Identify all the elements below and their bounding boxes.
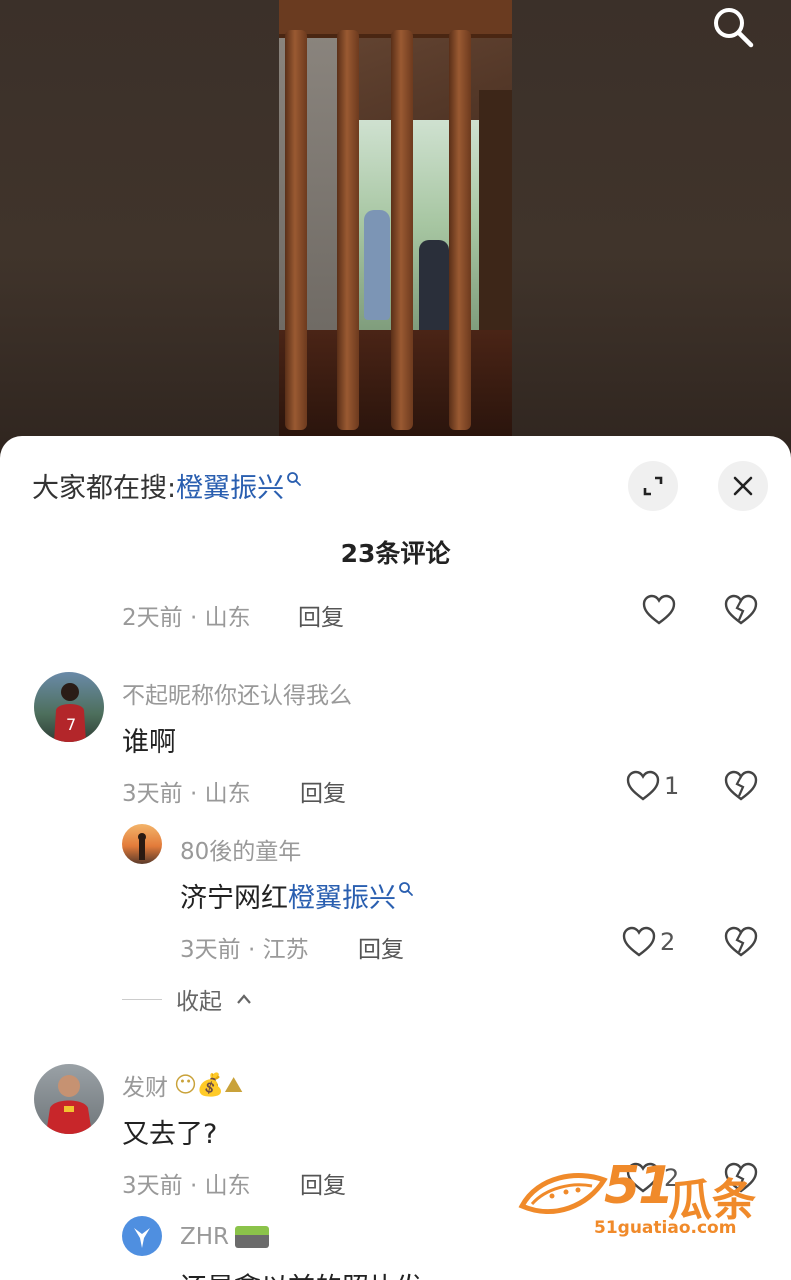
comment-meta: 2天前 · 山东 — [122, 605, 251, 631]
comment-text: 又去了? — [122, 1119, 218, 1150]
reply-meta: 3天前 · 江苏 — [180, 937, 309, 963]
avatar[interactable] — [122, 1216, 162, 1256]
watermark-number: 51 — [604, 1156, 674, 1216]
comment-count: 23条评论 — [340, 539, 451, 568]
heart-icon — [642, 594, 676, 625]
broken-heart-icon — [724, 926, 758, 957]
like-button[interactable]: 1 — [626, 770, 679, 802]
collapse-replies-button[interactable]: 收起 — [122, 982, 252, 1016]
broken-heart-icon — [724, 770, 758, 801]
close-button[interactable] — [718, 461, 768, 511]
video-baluster — [337, 30, 359, 430]
like-count: 1 — [664, 772, 680, 800]
close-icon — [733, 476, 753, 496]
video-baluster — [285, 30, 307, 430]
like-button[interactable]: 2 — [622, 926, 675, 958]
dislike-button[interactable] — [724, 770, 758, 806]
reply-text-prefix: 济宁网红 — [180, 883, 288, 914]
reply-button[interactable]: 回复 — [298, 598, 344, 632]
trending-keyword[interactable]: 橙翼振兴 — [176, 466, 284, 505]
comment-username[interactable]: 不起昵称你还认得我么 — [122, 676, 352, 710]
expand-button[interactable] — [628, 461, 678, 511]
reply-text: 济宁网红 橙翼振兴 — [180, 876, 414, 915]
avatar-photo: 7 — [54, 683, 86, 742]
reply-button[interactable]: 回复 — [300, 1166, 346, 1200]
watermark-melon-icon — [518, 1173, 608, 1215]
trending-prefix: 大家都在搜: — [32, 473, 177, 504]
video-player[interactable] — [279, 0, 512, 438]
reply-button[interactable]: 回复 — [358, 930, 404, 964]
username-text: 发财 — [122, 1075, 168, 1101]
comment-meta: 3天前 · 山东 — [122, 1173, 251, 1199]
video-baluster — [391, 30, 413, 430]
reply-text: 还是拿以前的照片发 — [180, 1266, 423, 1280]
avatar-photo — [138, 833, 146, 860]
watermark-logo: 51 瓜条 51guatiao.com — [518, 1156, 768, 1242]
comment-username[interactable]: 发财 😶💰⛰ — [122, 1068, 243, 1102]
chevron-up-icon — [237, 994, 251, 1004]
collapse-label: 收起 — [176, 989, 222, 1015]
avatar[interactable]: 7 — [34, 672, 104, 742]
dislike-button[interactable] — [724, 594, 758, 630]
avatar[interactable] — [34, 1064, 104, 1134]
username-emojis: 😶💰⛰ — [174, 1072, 243, 1098]
search-small-icon — [399, 881, 413, 896]
reply-keyword[interactable]: 橙翼振兴 — [288, 876, 396, 915]
comment-sheet: 大家都在搜: 橙翼振兴 23条评论 2天前 · 山东 回复 7 不起昵称你还认得… — [0, 436, 791, 1280]
video-person — [364, 210, 390, 320]
svg-text:7: 7 — [66, 715, 76, 734]
heart-icon — [626, 770, 660, 801]
reply-username[interactable]: 80後的童年 — [180, 832, 301, 866]
road-icon — [235, 1226, 270, 1248]
comment-text: 谁啊 — [122, 727, 176, 758]
avatar-photo — [46, 1075, 92, 1134]
username-text: ZHR — [180, 1224, 230, 1250]
video-baluster — [449, 30, 471, 430]
avatar[interactable] — [122, 824, 162, 864]
reply-button[interactable]: 回复 — [300, 774, 346, 808]
avatar-photo — [134, 1228, 150, 1248]
like-button[interactable] — [642, 594, 676, 626]
like-count: 2 — [660, 928, 676, 956]
search-icon — [714, 8, 754, 48]
search-small-icon — [287, 471, 302, 486]
expand-icon — [643, 476, 663, 496]
dislike-button[interactable] — [724, 926, 758, 962]
comment-meta: 3天前 · 山东 — [122, 781, 251, 807]
watermark-url: 51guatiao.com — [594, 1218, 737, 1238]
broken-heart-icon — [724, 594, 758, 625]
heart-icon — [622, 926, 656, 957]
collapse-divider — [122, 998, 162, 1000]
reply-username[interactable]: ZHR — [180, 1224, 270, 1250]
search-button[interactable] — [708, 4, 758, 50]
trending-search[interactable]: 大家都在搜: 橙翼振兴 — [32, 466, 302, 505]
